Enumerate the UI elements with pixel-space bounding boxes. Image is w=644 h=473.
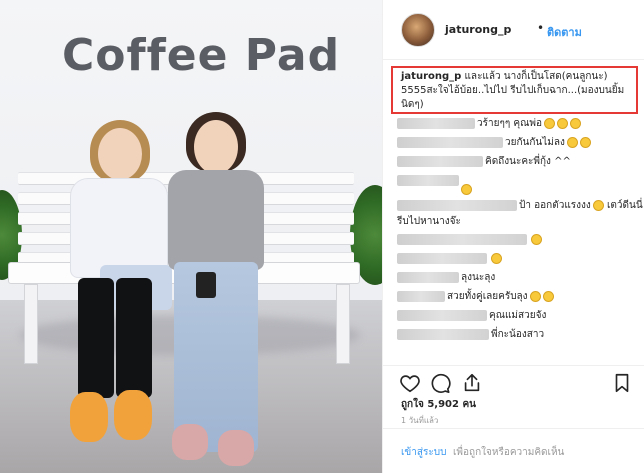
comment-text: คิดถึงนะคะพี่กุ้ง ^^ bbox=[485, 156, 571, 167]
emoji-icon bbox=[579, 136, 591, 148]
blurred-username bbox=[397, 136, 503, 148]
comment-text: ลุงนะลุง bbox=[461, 272, 496, 283]
coffee-pad-sign: Coffee Pad bbox=[62, 30, 341, 81]
comment-text: สวยทั้งคู่เลยครับลุง bbox=[447, 291, 528, 302]
emoji-icon bbox=[566, 136, 578, 148]
blurred-username bbox=[397, 252, 487, 264]
blurred-username bbox=[397, 271, 459, 283]
comment-item bbox=[397, 251, 502, 267]
blurred-username bbox=[397, 328, 489, 340]
comment-text: วร้ายๆๆ คุณพ่อ bbox=[477, 118, 542, 129]
separator-dot: • bbox=[537, 21, 545, 35]
blurred-username bbox=[397, 290, 445, 302]
heart-icon[interactable] bbox=[399, 372, 421, 394]
bench-leg bbox=[336, 284, 350, 364]
post-caption: jaturong_p และแล้ว นางก็เป็นโสด(คนลูกนะ)… bbox=[401, 70, 633, 112]
comment-item: วยกันกันไม่ลง bbox=[397, 135, 591, 151]
person-right bbox=[168, 112, 278, 466]
emoji-icon bbox=[529, 290, 541, 302]
emoji-icon bbox=[491, 252, 502, 264]
comment-item: วร้ายๆๆ คุณพ่อ bbox=[397, 116, 581, 132]
blurred-username bbox=[397, 155, 483, 167]
comment-icon[interactable] bbox=[429, 372, 451, 394]
caption-username[interactable]: jaturong_p bbox=[401, 71, 461, 82]
comment-item bbox=[397, 173, 461, 189]
share-icon[interactable] bbox=[461, 372, 483, 394]
emoji-icon bbox=[461, 183, 472, 195]
comment-item bbox=[459, 182, 472, 198]
login-footer: เข้าสู่ระบบ เพื่อถูกใจหรือความคิดเห็น bbox=[383, 428, 644, 473]
blurred-username bbox=[397, 174, 459, 186]
comment-item: สวยทั้งคู่เลยครับลุง bbox=[397, 289, 554, 305]
comment-text: คุณแม่สวยจัง bbox=[489, 310, 547, 321]
emoji-icon bbox=[556, 117, 568, 129]
emoji-icon bbox=[543, 117, 555, 129]
comment-item: คิดถึงนะคะพี่กุ้ง ^^ bbox=[397, 154, 571, 170]
blurred-username bbox=[397, 199, 517, 211]
comment-item: รีบไปหานางจ๊ะ bbox=[397, 214, 461, 230]
comment-text: พี่กะน้องสาว bbox=[491, 329, 545, 340]
emoji-icon bbox=[531, 233, 542, 245]
bench-leg bbox=[24, 284, 38, 364]
post-sidebar: jaturong_p • ติดตาม jaturong_p และแล้ว น… bbox=[382, 0, 644, 473]
emoji-icon bbox=[592, 199, 604, 211]
username-link[interactable]: jaturong_p bbox=[445, 23, 511, 36]
like-count[interactable]: ถูกใจ 5,902 คน bbox=[401, 397, 476, 412]
comment-text: ป้า ออกตัวแรงงง bbox=[519, 200, 591, 211]
login-prompt-text: เพื่อถูกใจหรือความคิดเห็น bbox=[453, 447, 565, 458]
emoji-icon bbox=[569, 117, 581, 129]
person-left bbox=[70, 120, 180, 460]
comment-text: เตว์ดีนนี่ bbox=[606, 200, 643, 211]
avatar[interactable] bbox=[401, 13, 435, 47]
comment-text: รีบไปหานางจ๊ะ bbox=[397, 216, 461, 227]
comment-item: พี่กะน้องสาว bbox=[397, 327, 544, 343]
login-link[interactable]: เข้าสู่ระบบ bbox=[401, 445, 446, 460]
bookmark-icon[interactable] bbox=[611, 372, 633, 394]
post-photo: Coffee Pad bbox=[0, 0, 382, 473]
comment-item: ป้า ออกตัวแรงงง เตว์ดีนนี่ bbox=[397, 198, 643, 214]
comment-item: ลุงนะลุง bbox=[397, 270, 495, 286]
comment-text: วยกันกันไม่ลง bbox=[505, 137, 565, 148]
comment-item bbox=[397, 232, 542, 248]
blurred-username bbox=[397, 233, 527, 245]
emoji-icon bbox=[542, 290, 554, 302]
post-timestamp[interactable]: 1 วันที่แล้ว bbox=[401, 414, 438, 427]
comment-item: คุณแม่สวยจัง bbox=[397, 308, 546, 324]
blurred-username bbox=[397, 117, 475, 129]
follow-button[interactable]: ติดตาม bbox=[547, 23, 582, 41]
action-bar bbox=[383, 365, 644, 395]
post-header: jaturong_p • ติดตาม bbox=[383, 0, 644, 60]
blurred-username bbox=[397, 309, 487, 321]
